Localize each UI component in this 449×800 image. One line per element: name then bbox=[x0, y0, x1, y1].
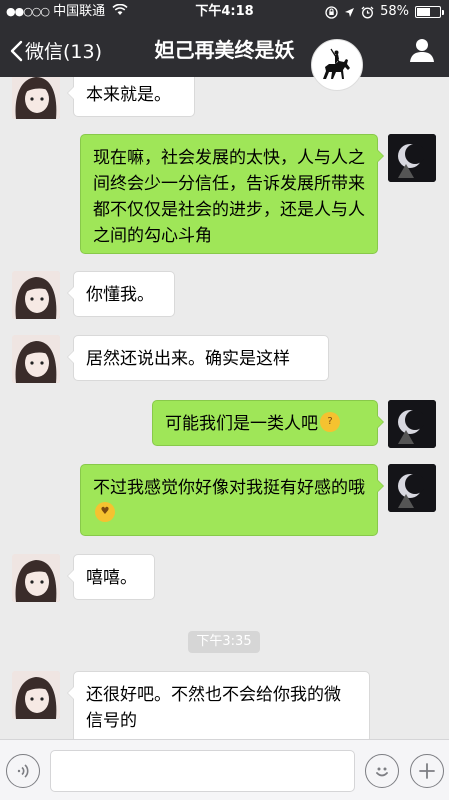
contact-avatar[interactable] bbox=[12, 77, 60, 119]
heart-eyes-emoji-icon: ♥ bbox=[95, 502, 115, 522]
contact-avatar[interactable] bbox=[12, 335, 60, 383]
battery-icon bbox=[415, 6, 444, 18]
plus-icon bbox=[419, 763, 435, 779]
message-bubble-outgoing[interactable]: 现在嘛，社会发展的太快，人与人之间终会少一分信任，告诉发展所带来都不仅仅是社会的… bbox=[80, 134, 384, 254]
self-portrait-icon bbox=[388, 464, 436, 512]
message-bubble-incoming[interactable]: 你懂我。 bbox=[67, 271, 175, 317]
input-toolbar bbox=[0, 739, 449, 800]
message-bubble-outgoing[interactable]: 不过我感觉你好像对我挺有好感的哦 ♥ bbox=[80, 464, 384, 536]
message-bubble-incoming[interactable]: 嘻嘻。 bbox=[67, 554, 155, 600]
voice-icon bbox=[17, 764, 29, 778]
emoji-button[interactable] bbox=[365, 754, 399, 788]
contact-avatar[interactable] bbox=[12, 271, 60, 319]
message-bubble-incoming[interactable]: 还很好吧。不然也不会给你我的微信号的 bbox=[67, 671, 370, 739]
nav-bar: 微信(13) 妲己再美终是妖 bbox=[0, 24, 449, 77]
location-icon bbox=[345, 7, 355, 17]
contact-avatar[interactable] bbox=[12, 554, 60, 602]
knight-silhouette-icon bbox=[323, 48, 350, 79]
contact-avatar-badge[interactable] bbox=[311, 39, 363, 91]
girl-portrait-icon bbox=[12, 554, 60, 602]
girl-portrait-icon bbox=[12, 671, 60, 719]
person-icon[interactable] bbox=[409, 37, 435, 63]
my-avatar[interactable] bbox=[388, 400, 436, 448]
voice-input-button[interactable] bbox=[6, 754, 40, 788]
message-timestamp: 下午3:35 bbox=[188, 631, 260, 653]
alarm-icon bbox=[361, 6, 374, 18]
message-text: 居然还说出来。确实是这样 bbox=[86, 349, 290, 369]
girl-portrait-icon bbox=[12, 77, 60, 119]
message-text: 可能我们是一类人吧 bbox=[165, 414, 318, 434]
message-text: 不过我感觉你好像对我挺有好感的哦 bbox=[93, 478, 365, 498]
status-right: 58% bbox=[325, 0, 444, 24]
more-options-button[interactable] bbox=[410, 754, 444, 788]
message-bubble-incoming[interactable]: 居然还说出来。确实是这样 bbox=[67, 335, 329, 381]
message-text: 还很好吧。不然也不会给你我的微信号的 bbox=[86, 685, 341, 731]
status-bar: ●●○○○ 中国联通 下午4:18 58% bbox=[0, 0, 449, 24]
self-portrait-icon bbox=[388, 400, 436, 448]
chat-history[interactable]: 本来就是。 现在嘛，社会发展的太快，人与人之间终会少一分信任，告诉发展所带来都不… bbox=[0, 77, 449, 739]
chat-title: 妲己再美终是妖 bbox=[154, 38, 295, 62]
message-text: 本来就是。 bbox=[86, 85, 171, 105]
thinking-emoji-icon: ? bbox=[320, 412, 340, 432]
self-portrait-icon bbox=[388, 134, 436, 182]
message-input[interactable] bbox=[50, 750, 355, 792]
message-text: 你懂我。 bbox=[86, 285, 154, 305]
my-avatar[interactable] bbox=[388, 134, 436, 182]
girl-portrait-icon bbox=[12, 271, 60, 319]
contact-avatar[interactable] bbox=[12, 671, 60, 719]
top-bar: ●●○○○ 中国联通 下午4:18 58% 微信(13) 妲己再美终是妖 bbox=[0, 0, 449, 77]
smiley-face-icon bbox=[376, 767, 388, 777]
message-bubble-incoming[interactable]: 本来就是。 bbox=[67, 77, 195, 117]
message-bubble-outgoing[interactable]: 可能我们是一类人吧? bbox=[152, 400, 384, 446]
battery-percent: 58% bbox=[380, 4, 409, 19]
my-avatar[interactable] bbox=[388, 464, 436, 512]
message-text: 现在嘛，社会发展的太快，人与人之间终会少一分信任，告诉发展所带来都不仅仅是社会的… bbox=[93, 148, 365, 246]
girl-portrait-icon bbox=[12, 335, 60, 383]
rotation-lock-icon bbox=[325, 5, 338, 19]
message-text: 嘻嘻。 bbox=[86, 568, 137, 588]
